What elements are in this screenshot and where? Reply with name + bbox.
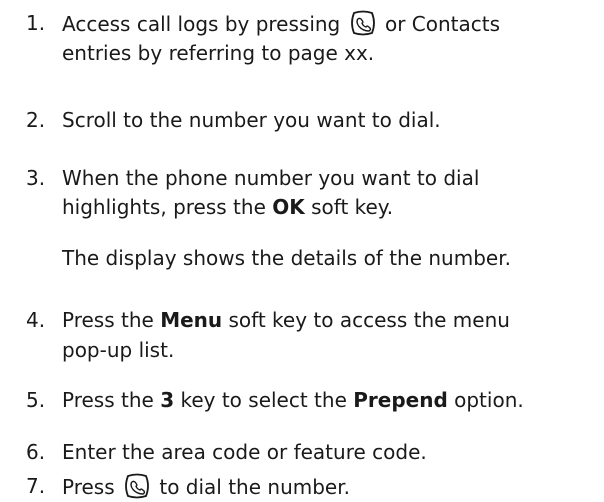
step-text: Press the Menu soft key to access the me…	[62, 308, 510, 332]
step-text: Access call logs by pressing or Contacts	[62, 8, 500, 39]
step-text: Scroll to the number you want to dial.	[62, 108, 441, 132]
step-number: 3.	[26, 166, 46, 190]
step-number: 2.	[26, 108, 46, 132]
step-text: Press the 3 key to select the Prepend op…	[62, 388, 524, 412]
step-text: highlights, press the OK soft key.	[62, 195, 394, 219]
send-key-icon	[348, 8, 378, 38]
send-key-icon	[122, 471, 152, 501]
step-text: When the phone number you want to dial	[62, 166, 480, 190]
step-number: 4.	[26, 308, 46, 332]
step-3-note: The display shows the details of the num…	[62, 246, 511, 270]
step-text: Press to dial the number.	[62, 471, 350, 502]
instruction-list: 1. Access call logs by pressing or Conta…	[0, 0, 604, 501]
step-number: 6.	[26, 440, 46, 464]
step-text: pop-up list.	[62, 338, 175, 362]
step-text: Enter the area code or feature code.	[62, 440, 427, 464]
step-number: 5.	[26, 388, 46, 412]
step-number: 1.	[26, 11, 46, 35]
step-text: entries by referring to page xx.	[62, 41, 375, 65]
step-number: 7.	[26, 474, 46, 498]
